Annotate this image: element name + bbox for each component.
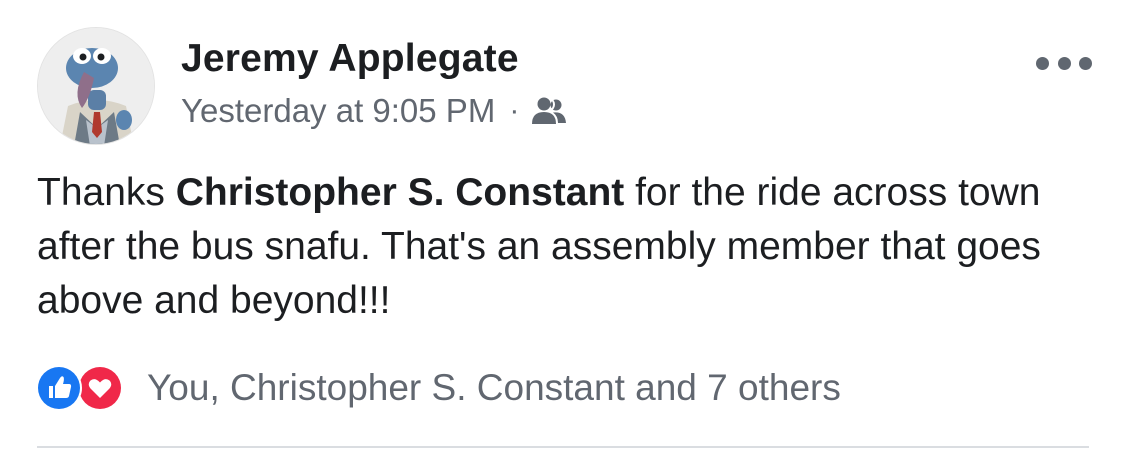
mention-link[interactable]: Christopher S. Constant bbox=[176, 171, 625, 214]
love-reaction-icon[interactable] bbox=[77, 365, 123, 411]
divider bbox=[37, 446, 1089, 448]
reaction-icons[interactable] bbox=[36, 362, 136, 414]
feed-post: Jeremy Applegate Yesterday at 9:05 PM · … bbox=[0, 0, 1125, 457]
avatar-image bbox=[38, 28, 154, 144]
author-name[interactable]: Jeremy Applegate bbox=[181, 36, 519, 82]
like-reaction-icon[interactable] bbox=[36, 365, 82, 411]
post-timestamp[interactable]: Yesterday at 9:05 PM bbox=[181, 92, 495, 130]
post-body: Thanks Christopher S. Constant for the r… bbox=[37, 166, 1097, 328]
meta-separator: · bbox=[509, 94, 520, 127]
post-meta: Yesterday at 9:05 PM · bbox=[181, 89, 567, 133]
reactions-summary[interactable]: You, Christopher S. Constant and 7 other… bbox=[147, 367, 841, 409]
reactions-bar[interactable]: You, Christopher S. Constant and 7 other… bbox=[36, 362, 841, 414]
author-avatar[interactable] bbox=[37, 27, 155, 145]
friends-icon[interactable] bbox=[531, 96, 567, 126]
post-text-before-mention: Thanks bbox=[37, 171, 176, 214]
more-options-icon[interactable] bbox=[1036, 46, 1092, 80]
